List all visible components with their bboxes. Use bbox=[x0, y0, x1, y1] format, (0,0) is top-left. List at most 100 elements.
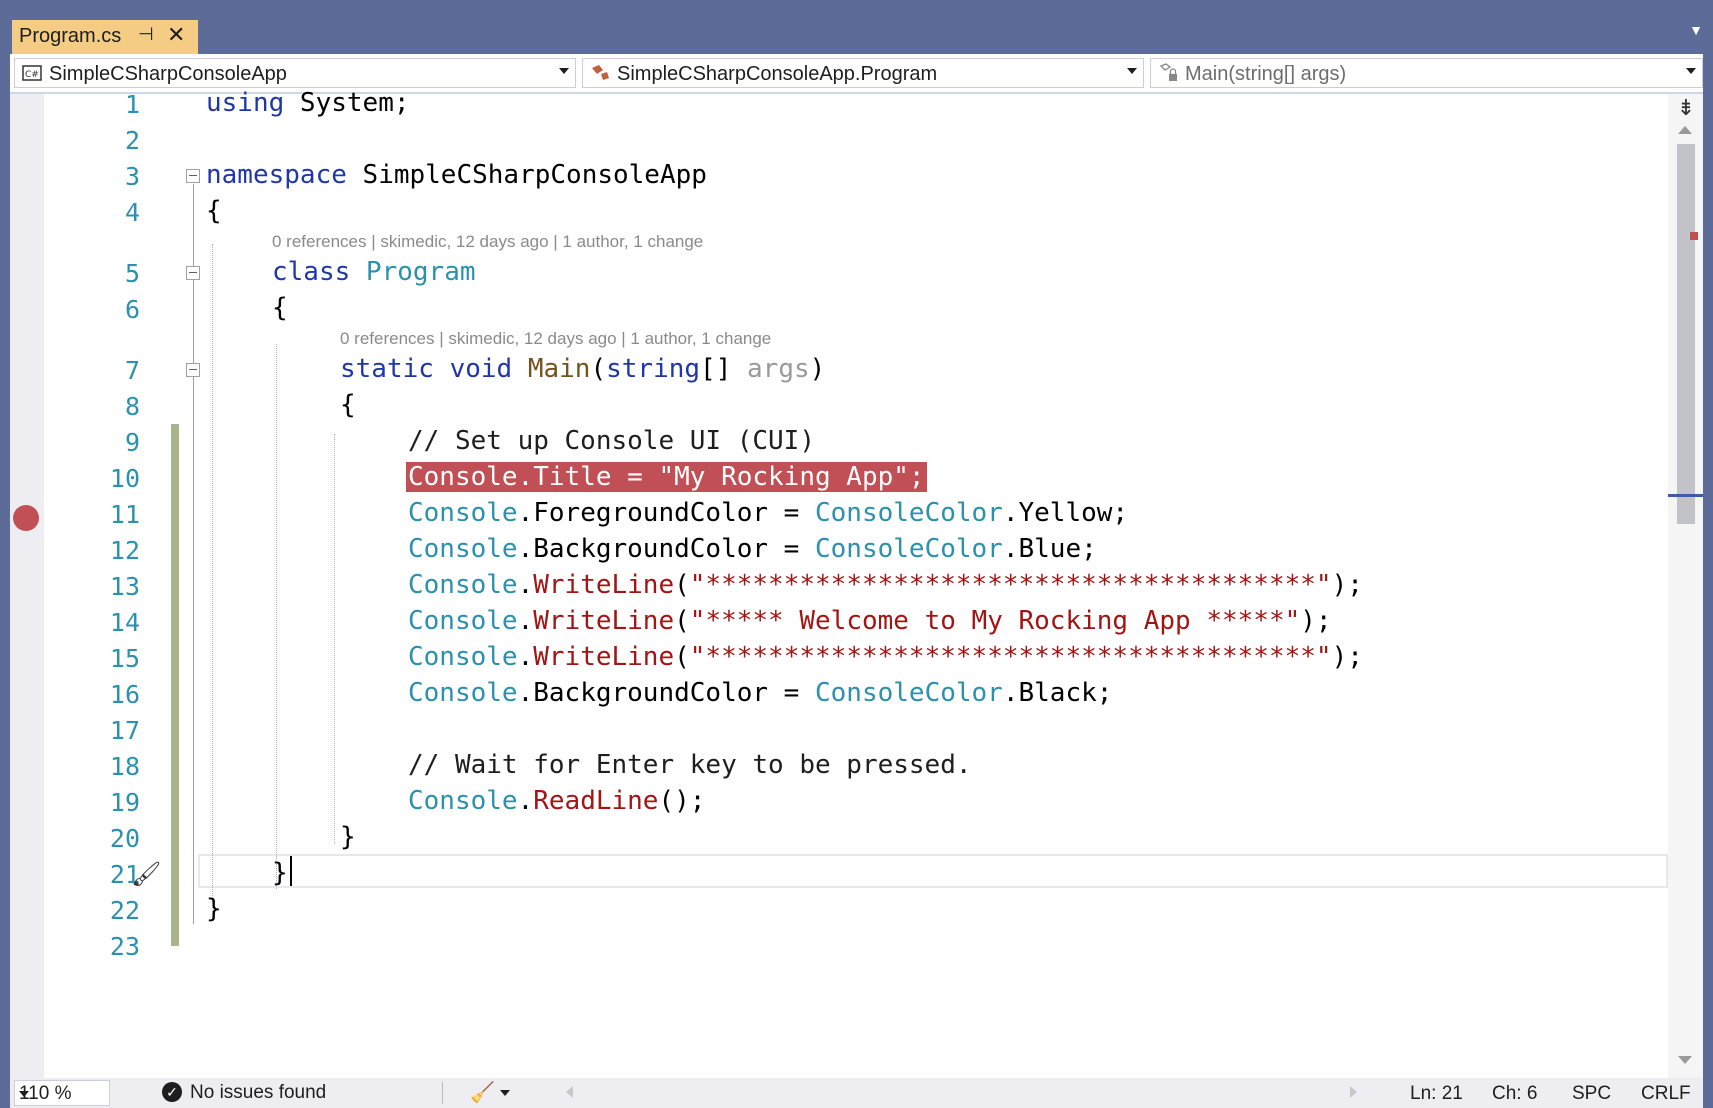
line-number: 8 bbox=[124, 392, 140, 421]
scroll-right-icon[interactable] bbox=[1350, 1086, 1357, 1098]
code-line-11: Console.ForegroundColor = ConsoleColor.Y… bbox=[408, 498, 1128, 528]
line-ending-indicator[interactable]: CRLF bbox=[1641, 1083, 1691, 1105]
code-token: . bbox=[517, 606, 534, 636]
tab-title[interactable]: Program.cs bbox=[19, 25, 121, 48]
code-token: ); bbox=[1331, 570, 1363, 600]
code-line-21: } bbox=[272, 858, 288, 888]
code-token: ); bbox=[1300, 606, 1332, 636]
code-token: .BackgroundColor = bbox=[517, 678, 815, 708]
member-dropdown[interactable]: Main(string[] args) bbox=[1150, 58, 1703, 88]
code-token: SimpleCSharpConsoleApp bbox=[346, 160, 707, 190]
scroll-left-icon[interactable] bbox=[566, 1086, 573, 1098]
code-token: Main bbox=[512, 354, 591, 384]
codelens-class[interactable]: 0 references | skimedic, 12 days ago | 1… bbox=[272, 232, 703, 252]
project-dropdown[interactable]: C# SimpleCSharpConsoleApp bbox=[14, 58, 576, 88]
code-token: ( bbox=[674, 642, 690, 672]
code-token: ConsoleColor bbox=[815, 498, 1003, 528]
code-line-22: } bbox=[206, 894, 222, 924]
whitespace-indicator[interactable]: SPC bbox=[1572, 1083, 1611, 1105]
scroll-thumb[interactable] bbox=[1677, 144, 1695, 524]
code-line-20: } bbox=[340, 822, 356, 852]
code-token: ( bbox=[674, 606, 690, 636]
line-number: 11 bbox=[109, 500, 140, 529]
line-number: 12 bbox=[109, 536, 140, 565]
code-line-6: { bbox=[272, 293, 288, 323]
chevron-down-icon[interactable] bbox=[500, 1090, 510, 1096]
chevron-down-icon[interactable] bbox=[1686, 68, 1696, 74]
code-token: WriteLine bbox=[533, 570, 675, 600]
column-indicator[interactable]: Ch: 6 bbox=[1492, 1083, 1537, 1105]
close-icon[interactable]: ✕ bbox=[167, 22, 185, 48]
code-token: . bbox=[517, 570, 534, 600]
code-text-area[interactable]: using System; namespace SimpleCSharpCons… bbox=[206, 88, 1666, 1078]
class-dropdown[interactable]: SimpleCSharpConsoleApp.Program bbox=[582, 58, 1144, 88]
editor-status-bar: 110 % ✓ No issues found 🧹 Ln: 21 Ch: 6 S… bbox=[10, 1078, 1703, 1108]
line-number: 23 bbox=[109, 932, 140, 961]
member-label: Main(string[] args) bbox=[1185, 63, 1347, 85]
line-number: 1 bbox=[124, 90, 140, 119]
line-number: 22 bbox=[109, 896, 140, 925]
collapse-method-icon[interactable] bbox=[186, 363, 200, 377]
scroll-up-icon[interactable] bbox=[1678, 126, 1692, 134]
chevron-down-icon[interactable]: ▼ bbox=[1689, 22, 1703, 38]
line-number: 17 bbox=[109, 716, 140, 745]
outline-guide bbox=[193, 184, 194, 924]
chevron-down-icon[interactable] bbox=[559, 68, 569, 74]
line-number: 3 bbox=[124, 162, 140, 191]
code-token: ); bbox=[1331, 642, 1363, 672]
code-line-3: namespace SimpleCSharpConsoleApp bbox=[206, 160, 707, 190]
code-line-1: using System; bbox=[206, 88, 410, 118]
issues-status[interactable]: No issues found bbox=[190, 1082, 326, 1104]
code-line-10: Console.Title = "My Rocking App"; bbox=[406, 462, 927, 492]
code-token: ReadLine bbox=[533, 786, 659, 816]
line-number: 7 bbox=[124, 356, 140, 385]
line-number: 18 bbox=[109, 752, 140, 781]
code-editor[interactable]: 1 2 3 4 5 6 7 8 9 10 11 12 13 14 15 16 1… bbox=[10, 88, 1703, 1078]
collapse-namespace-icon[interactable] bbox=[186, 169, 200, 183]
code-token: string bbox=[606, 354, 701, 384]
code-token: .Blue; bbox=[1002, 534, 1097, 564]
code-line-8: { bbox=[340, 390, 356, 420]
breakpoint-margin[interactable] bbox=[10, 94, 44, 1078]
code-line-7: static void Main(string[] args) bbox=[340, 354, 825, 384]
pin-icon[interactable]: ⊣ bbox=[138, 24, 154, 45]
code-token: Console bbox=[408, 534, 518, 564]
chevron-down-icon[interactable] bbox=[19, 1091, 29, 1097]
svg-text:C#: C# bbox=[25, 70, 39, 80]
check-icon[interactable]: ✓ bbox=[162, 1082, 182, 1102]
vertical-scrollbar[interactable]: ⇟ bbox=[1668, 94, 1703, 1078]
line-number: 2 bbox=[124, 126, 140, 155]
code-token: Program bbox=[350, 257, 476, 287]
quick-actions-brush-icon[interactable]: 🖌 bbox=[131, 860, 161, 889]
codelens-method[interactable]: 0 references | skimedic, 12 days ago | 1… bbox=[340, 329, 771, 349]
code-token: Console bbox=[408, 570, 518, 600]
line-number: 13 bbox=[109, 572, 140, 601]
line-indicator[interactable]: Ln: 21 bbox=[1410, 1083, 1463, 1105]
collapse-class-icon[interactable] bbox=[186, 266, 200, 280]
code-line-5: class Program bbox=[272, 257, 476, 287]
code-token: namespace bbox=[206, 160, 347, 190]
breakpoint-marker bbox=[1690, 232, 1698, 240]
change-tracking-bar bbox=[171, 424, 179, 946]
code-token: static void bbox=[340, 354, 513, 384]
code-token: "***** Welcome to My Rocking App *****" bbox=[689, 606, 1301, 636]
line-number: 15 bbox=[109, 644, 140, 673]
code-token: WriteLine bbox=[533, 606, 675, 636]
code-line-16: Console.BackgroundColor = ConsoleColor.B… bbox=[408, 678, 1112, 708]
split-editor-icon[interactable]: ⇟ bbox=[1676, 96, 1696, 120]
line-number: 14 bbox=[109, 608, 140, 637]
code-token: .Yellow; bbox=[1002, 498, 1129, 528]
scroll-down-icon[interactable] bbox=[1678, 1056, 1692, 1064]
class-label: SimpleCSharpConsoleApp.Program bbox=[617, 63, 938, 85]
code-cleanup-icon[interactable]: 🧹 bbox=[470, 1080, 495, 1105]
line-number: 19 bbox=[109, 788, 140, 817]
indent-guide bbox=[334, 434, 335, 844]
code-token: class bbox=[272, 257, 351, 287]
zoom-dropdown[interactable]: 110 % bbox=[14, 1080, 110, 1106]
code-token: Console bbox=[408, 498, 518, 528]
chevron-down-icon[interactable] bbox=[1127, 68, 1137, 74]
breakpoint-icon[interactable] bbox=[13, 505, 39, 531]
code-token: ( bbox=[590, 354, 607, 384]
code-token: ConsoleColor bbox=[815, 678, 1003, 708]
tab-program-cs[interactable]: Program.cs ⊣ ✕ bbox=[12, 20, 198, 54]
